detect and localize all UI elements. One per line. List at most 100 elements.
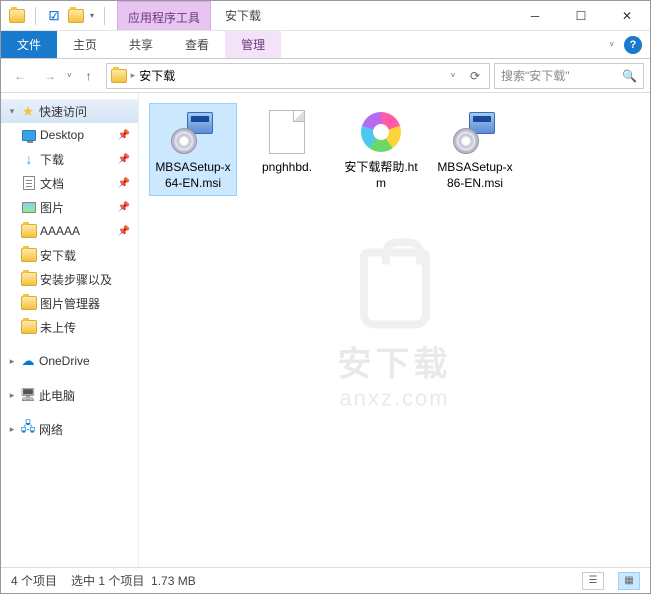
sidebar-quick-access[interactable]: ▾ ★ 快速访问	[1, 99, 138, 123]
new-folder-icon[interactable]	[68, 8, 84, 24]
sidebar-item-label: Desktop	[40, 128, 84, 142]
sidebar-item-label: 文档	[40, 175, 64, 192]
contextual-tab-header: 应用程序工具	[117, 1, 211, 30]
file-name: MBSASetup-x86-EN.msi	[436, 160, 514, 191]
pin-icon: 📌	[118, 226, 134, 237]
sidebar-item-label: 下载	[40, 151, 64, 168]
sidebar-item[interactable]: 安下载	[1, 243, 138, 267]
pic-icon	[21, 199, 37, 215]
pin-icon: 📌	[118, 154, 134, 165]
download-icon: ↓	[21, 151, 37, 167]
sidebar-network[interactable]: ▸ 🖧 网络	[1, 417, 138, 441]
pc-icon: 🖥	[20, 387, 36, 403]
explorer-window: ☑ ▾ 应用程序工具 安下载 ─ ☐ ✕ 文件 主页 共享 查看 管理 ˅ ? …	[0, 0, 651, 594]
breadcrumb-segment[interactable]: 安下载	[139, 67, 175, 84]
expand-icon[interactable]: ▾	[7, 106, 17, 117]
tab-view[interactable]: 查看	[169, 31, 225, 58]
tab-file[interactable]: 文件	[1, 31, 57, 58]
file-icon	[169, 108, 217, 156]
properties-icon[interactable]: ☑	[46, 8, 62, 24]
file-name: 安下载帮助.htm	[342, 160, 420, 191]
file-item[interactable]: MBSASetup-x64-EN.msi	[149, 103, 237, 196]
address-dropdown-icon[interactable]: ˅	[443, 65, 463, 87]
minimize-button[interactable]: ─	[512, 1, 558, 30]
file-item[interactable]: 安下载帮助.htm	[337, 103, 425, 196]
network-icon: 🖧	[20, 421, 36, 437]
sidebar-label: OneDrive	[39, 354, 90, 368]
search-placeholder: 搜索"安下载"	[501, 67, 570, 84]
status-bar: 4 个项目 选中 1 个项目 1.73 MB ☰ ▦	[1, 567, 650, 593]
details-view-button[interactable]: ☰	[582, 572, 604, 590]
expand-icon[interactable]: ▸	[7, 356, 17, 367]
chevron-right-icon[interactable]: ▸	[131, 70, 136, 81]
app-icon	[9, 8, 25, 24]
doc-icon	[21, 175, 37, 191]
cloud-icon: ☁	[20, 353, 36, 369]
file-icon	[451, 108, 499, 156]
body: ▾ ★ 快速访问 Desktop📌 ↓下载 📌 文档 📌 图片 📌 AAAAA 📌 安下载安装步骤…	[1, 93, 650, 567]
file-name: pnghhbd.	[262, 160, 312, 176]
sidebar-label: 此电脑	[39, 387, 75, 404]
file-icon	[263, 108, 311, 156]
context-tab-label: 应用程序工具	[117, 1, 211, 30]
sidebar-item[interactable]: 文档 📌	[1, 171, 138, 195]
window-controls: ─ ☐ ✕	[512, 1, 650, 30]
history-dropdown-icon[interactable]: ˅	[67, 71, 72, 80]
back-button[interactable]: ←	[7, 63, 33, 89]
sidebar-item[interactable]: Desktop📌	[1, 123, 138, 147]
status-selection: 选中 1 个项目 1.73 MB	[71, 572, 196, 589]
sidebar-item-label: 安装步骤以及	[40, 271, 112, 288]
tab-share[interactable]: 共享	[113, 31, 169, 58]
sidebar-item[interactable]: 图片 📌	[1, 195, 138, 219]
quick-access-toolbar: ☑ ▾	[1, 1, 117, 30]
qat-customize-icon[interactable]: ▾	[90, 11, 94, 20]
expand-icon[interactable]: ▸	[7, 390, 17, 401]
sidebar-item-label: 图片管理器	[40, 295, 100, 312]
status-item-count: 4 个项目	[11, 572, 57, 589]
sidebar-item[interactable]: ↓下载 📌	[1, 147, 138, 171]
sidebar-label: 网络	[39, 421, 63, 438]
location-icon	[111, 68, 127, 84]
sidebar-item[interactable]: 安装步骤以及	[1, 267, 138, 291]
search-input[interactable]: 搜索"安下载" 🔍	[494, 63, 644, 89]
sidebar-item-label: AAAAA	[40, 224, 80, 238]
folder-icon	[21, 271, 37, 287]
icons-view-button[interactable]: ▦	[618, 572, 640, 590]
tab-home[interactable]: 主页	[57, 31, 113, 58]
ribbon-tabs: 文件 主页 共享 查看 管理 ˅ ?	[1, 31, 650, 59]
divider	[35, 7, 36, 25]
sidebar-item-label: 安下载	[40, 247, 76, 264]
sidebar-item[interactable]: 未上传	[1, 315, 138, 339]
sidebar-item[interactable]: 图片管理器	[1, 291, 138, 315]
tab-manage[interactable]: 管理	[225, 31, 281, 58]
pin-icon: 📌	[118, 178, 134, 189]
sidebar-item-label: 图片	[40, 199, 64, 216]
navigation-bar: ← → ˅ ↑ ▸ 安下载 ˅ ⟳ 搜索"安下载" 🔍	[1, 59, 650, 93]
sidebar-this-pc[interactable]: ▸ 🖥 此电脑	[1, 383, 138, 407]
help-icon[interactable]: ?	[624, 36, 642, 54]
file-item[interactable]: pnghhbd.	[243, 103, 331, 196]
sidebar-item-label: 未上传	[40, 319, 76, 336]
up-button[interactable]: ↑	[76, 63, 102, 89]
titlebar: ☑ ▾ 应用程序工具 安下载 ─ ☐ ✕	[1, 1, 650, 31]
close-button[interactable]: ✕	[604, 1, 650, 30]
file-list[interactable]: MBSASetup-x64-EN.msi pnghhbd. 安下载帮助.htm MBS…	[139, 93, 650, 567]
folder-icon	[21, 319, 37, 335]
sidebar-onedrive[interactable]: ▸ ☁ OneDrive	[1, 349, 138, 373]
folder-icon	[21, 223, 37, 239]
file-name: MBSASetup-x64-EN.msi	[154, 160, 232, 191]
refresh-icon[interactable]: ⟳	[465, 65, 485, 87]
file-item[interactable]: MBSASetup-x86-EN.msi	[431, 103, 519, 196]
forward-button[interactable]: →	[37, 63, 63, 89]
window-title: 安下载	[211, 1, 275, 30]
star-icon: ★	[20, 103, 36, 119]
maximize-button[interactable]: ☐	[558, 1, 604, 30]
ribbon-collapse-icon[interactable]: ˅	[609, 40, 614, 49]
navigation-pane: ▾ ★ 快速访问 Desktop📌 ↓下载 📌 文档 📌 图片 📌 AAAAA 📌 安下载安装步骤…	[1, 93, 139, 567]
pin-icon: 📌	[118, 202, 134, 213]
search-icon: 🔍	[622, 69, 637, 83]
expand-icon[interactable]: ▸	[7, 424, 17, 435]
address-bar[interactable]: ▸ 安下载 ˅ ⟳	[106, 63, 490, 89]
watermark: 安下载 anxz.com	[338, 249, 452, 412]
sidebar-item[interactable]: AAAAA 📌	[1, 219, 138, 243]
